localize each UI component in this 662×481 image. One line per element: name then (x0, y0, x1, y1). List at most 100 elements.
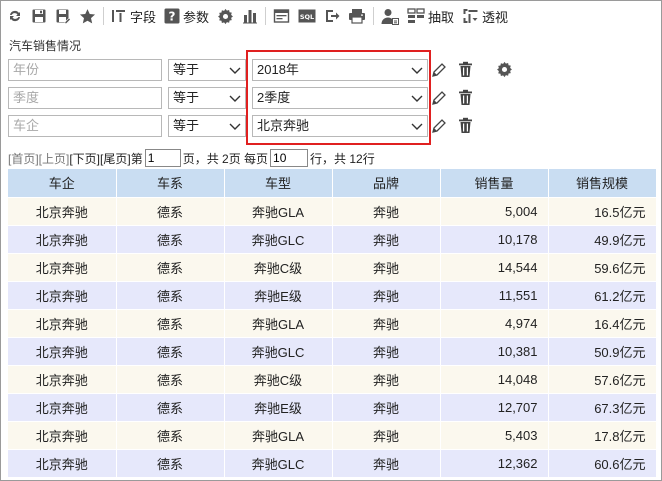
column-header[interactable]: 品牌 (332, 169, 441, 198)
table-cell: 奔驰 (332, 281, 441, 310)
trash-icon[interactable] (458, 117, 473, 134)
gear-icon (218, 8, 233, 24)
table-row[interactable]: 北京奔驰 德系 奔驰GLA 奔驰 5,004 16.5亿元 (8, 197, 657, 226)
print-button[interactable] (344, 4, 370, 28)
table-cell: 12,362 (440, 449, 549, 478)
extract-button[interactable]: 抽取 (403, 4, 458, 28)
toolbar-divider (103, 7, 104, 25)
table-cell: 5,004 (440, 197, 549, 226)
table-cell: 10,178 (440, 225, 549, 254)
window-icon (273, 9, 290, 23)
table-cell: 奔驰E级 (224, 281, 333, 310)
prev-page-link[interactable]: [上页] (39, 150, 70, 167)
table-cell: 德系 (116, 393, 225, 422)
table-cell: 16.4亿元 (548, 309, 657, 338)
table-row[interactable]: 北京奔驰 德系 奔驰E级 奔驰 12,707 67.3亿元 (8, 393, 657, 422)
table-cell: 奔驰C级 (224, 365, 333, 394)
table-row[interactable]: 北京奔驰 德系 奔驰GLA 奔驰 4,974 16.4亿元 (8, 309, 657, 338)
table-row[interactable]: 北京奔驰 德系 奔驰C级 奔驰 14,048 57.6亿元 (8, 365, 657, 394)
table-cell: 北京奔驰 (8, 421, 117, 450)
next-page-link[interactable]: [下页] (69, 150, 100, 167)
table-cell: 德系 (116, 281, 225, 310)
table-row[interactable]: 北京奔驰 德系 奔驰C级 奔驰 14,544 59.6亿元 (8, 253, 657, 282)
pencil-icon[interactable] (430, 61, 446, 79)
save-button[interactable] (27, 4, 51, 28)
trash-icon[interactable] (458, 61, 473, 78)
table-row[interactable]: 北京奔驰 德系 奔驰GLC 奔驰 12,362 60.6亿元 (8, 449, 657, 478)
column-header[interactable]: 车型 (224, 169, 333, 198)
page-number-input[interactable] (144, 149, 181, 167)
refresh-button[interactable] (3, 4, 27, 28)
table-cell: 5,403 (440, 421, 549, 450)
sql-button[interactable]: SQL (294, 4, 320, 28)
filter-operator-select[interactable]: 等于 (168, 87, 246, 109)
table-row[interactable]: 北京奔驰 德系 奔驰E级 奔驰 11,551 61.2亿元 (8, 281, 657, 310)
table-row[interactable]: 北京奔驰 德系 奔驰GLA 奔驰 5,403 17.8亿元 (8, 421, 657, 450)
export-button[interactable] (320, 4, 344, 28)
page-prefix: 第 (130, 151, 143, 166)
chevron-down-icon (411, 123, 423, 130)
user-icon (381, 8, 400, 25)
table-cell: 北京奔驰 (8, 309, 117, 338)
bar-chart-icon (243, 10, 258, 24)
settings-button[interactable] (213, 4, 238, 28)
filter-operator-select[interactable]: 等于 (168, 115, 246, 137)
filter-operator-value: 等于 (173, 62, 200, 77)
gear-icon[interactable] (496, 61, 513, 78)
column-header[interactable]: 销售规模 (548, 169, 657, 198)
fields-icon (112, 10, 125, 22)
column-header[interactable]: 车系 (116, 169, 225, 198)
table-cell: 奔驰 (332, 225, 441, 254)
last-page-link[interactable]: [尾页] (100, 150, 131, 167)
filter-operator-value: 等于 (173, 90, 200, 105)
filter-value-select[interactable]: 北京奔驰 (252, 115, 428, 137)
filter-value-select[interactable]: 2季度 (252, 87, 428, 109)
table-cell: 奔驰GLC (224, 337, 333, 366)
table-cell: 奔驰GLA (224, 197, 333, 226)
fields-label: 字段 (130, 9, 157, 25)
save-as-button[interactable] (51, 4, 75, 28)
pencil-icon[interactable] (430, 117, 446, 135)
pager: [首页] [上页] [下页] [尾页] 第 页，共 2页 每页 行，共 12行 (8, 148, 375, 168)
table-cell: 德系 (116, 365, 225, 394)
toolbar-divider (265, 7, 267, 25)
column-header[interactable]: 车企 (8, 169, 117, 198)
table-row[interactable]: 北京奔驰 德系 奔驰GLC 奔驰 10,178 49.9亿元 (8, 225, 657, 254)
table-cell: 17.8亿元 (548, 421, 657, 450)
filter-operator-select[interactable]: 等于 (168, 59, 246, 81)
table-cell: 德系 (116, 225, 225, 254)
first-page-link[interactable]: [首页] (8, 150, 39, 167)
filter-value-select[interactable]: 2018年 (252, 59, 428, 81)
pivot-button[interactable]: 透视 (458, 4, 512, 28)
trash-icon[interactable] (458, 89, 473, 106)
params-label: 参数 (183, 9, 210, 25)
pencil-icon[interactable] (430, 89, 446, 107)
table-cell: 奔驰 (332, 365, 441, 394)
params-button[interactable]: ? 参数 (160, 4, 213, 28)
page-size-input[interactable] (270, 149, 309, 167)
pivot-label: 透视 (482, 9, 509, 25)
column-header[interactable]: 销售量 (440, 169, 549, 198)
table-cell: 14,544 (440, 253, 549, 282)
chart-button[interactable] (238, 4, 262, 28)
table-cell: 德系 (116, 449, 225, 478)
table-cell: 59.6亿元 (548, 253, 657, 282)
table-cell: 奔驰GLA (224, 421, 333, 450)
table-cell: 北京奔驰 (8, 253, 117, 282)
layout-button[interactable] (269, 4, 294, 28)
filter-field-input[interactable]: 车企 (8, 115, 162, 137)
fields-button[interactable]: 字段 (107, 4, 160, 28)
user-permission-button[interactable] (377, 4, 403, 28)
favorite-button[interactable] (75, 4, 100, 28)
chevron-down-icon (411, 67, 423, 74)
export-icon (326, 10, 340, 22)
filter-value: 2季度 (257, 90, 291, 105)
filter-field-input[interactable]: 年份 (8, 59, 162, 81)
table-cell: 奔驰 (332, 393, 441, 422)
table-cell: 12,707 (440, 393, 549, 422)
table-cell: 北京奔驰 (8, 337, 117, 366)
table-row[interactable]: 北京奔驰 德系 奔驰GLC 奔驰 10,381 50.9亿元 (8, 337, 657, 366)
filter-field-input[interactable]: 季度 (8, 87, 162, 109)
table-cell: 61.2亿元 (548, 281, 657, 310)
table-cell: 奔驰GLC (224, 225, 333, 254)
